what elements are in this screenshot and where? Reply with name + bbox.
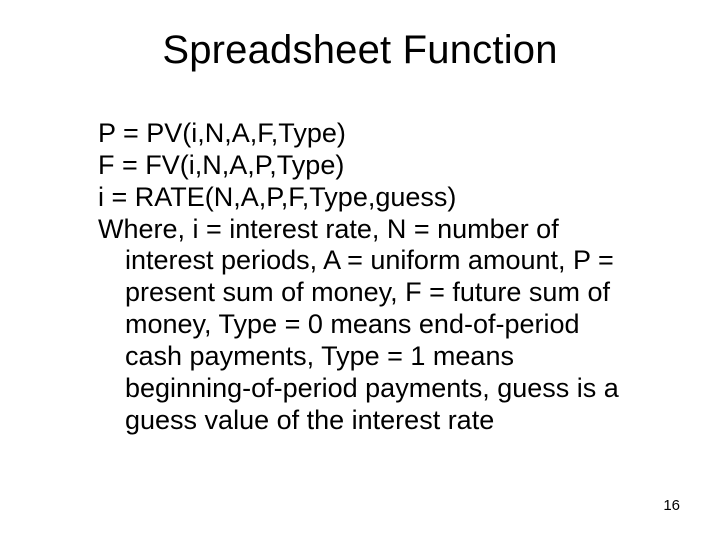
body-line-2: F = FV(i,N,A,P,Type)	[98, 150, 638, 182]
slide-body: P = PV(i,N,A,F,Type) F = FV(i,N,A,P,Type…	[98, 118, 638, 437]
body-definitions: Where, i = interest rate, N = number of …	[98, 214, 638, 437]
body-line-3: i = RATE(N,A,P,F,Type,guess)	[98, 182, 638, 214]
slide: Spreadsheet Function P = PV(i,N,A,F,Type…	[0, 0, 720, 540]
body-line-1: P = PV(i,N,A,F,Type)	[98, 118, 638, 150]
slide-title: Spreadsheet Function	[0, 28, 720, 73]
page-number: 16	[663, 497, 680, 514]
